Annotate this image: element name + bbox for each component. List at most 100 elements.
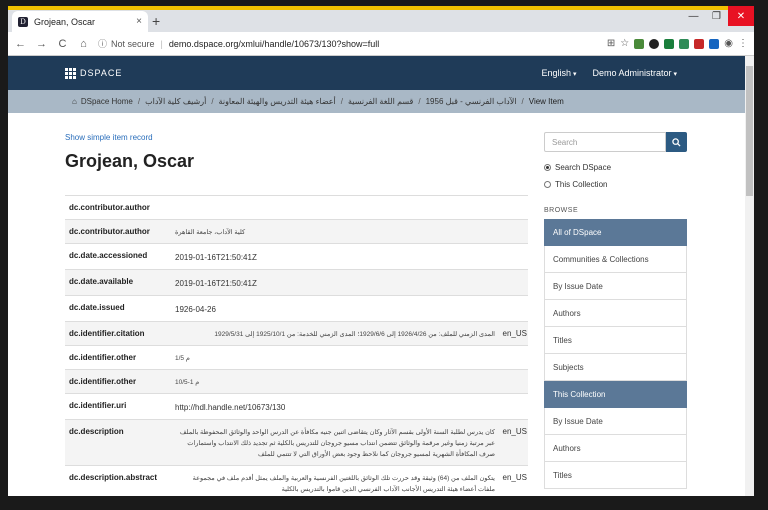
home-icon: ⌂ — [72, 97, 77, 106]
metadata-row: dc.description.abstract يتكون الملف من (6… — [65, 465, 528, 496]
main-content: Show simple item record Grojean, Oscar d… — [8, 113, 745, 496]
browse-item[interactable]: Titles — [544, 462, 687, 489]
metadata-value: 2019-01-16T21:50:41Z — [175, 279, 257, 288]
radio-label: Search DSpace — [555, 163, 612, 172]
radio-this-collection[interactable]: This Collection — [544, 180, 607, 189]
breadcrumb-separator: / — [211, 97, 214, 106]
search-button[interactable] — [666, 132, 687, 152]
metadata-row: dc.contributor.author كلية الآداب، جامعة … — [65, 219, 528, 243]
metadata-key: dc.date.issued — [69, 303, 125, 312]
extension-icon[interactable] — [649, 38, 660, 49]
bookmark-star-icon[interactable]: ☆ — [620, 38, 629, 49]
browse-item[interactable]: Communities & Collections — [544, 246, 687, 273]
back-arrow-icon[interactable]: ← — [12, 38, 29, 50]
menu-kebab-icon[interactable]: ⋮ — [738, 38, 748, 49]
browse-item[interactable]: Authors — [544, 300, 687, 327]
breadcrumb-separator: / — [418, 97, 421, 106]
radio-search-dspace[interactable]: Search DSpace — [544, 163, 611, 172]
breadcrumb-separator: / — [137, 97, 141, 106]
breadcrumb: ⌂ DSpace Home / أرشيف كلية الآداب / أعضا… — [8, 90, 745, 113]
breadcrumb-separator: / — [340, 97, 343, 106]
title-accent — [8, 6, 754, 10]
not-secure-label: Not secure — [111, 38, 155, 49]
url-text[interactable]: demo.dspace.org/xmlui/handle/10673/130?s… — [169, 39, 379, 49]
page-title: Grojean, Oscar — [65, 151, 195, 171]
metadata-lang: en_US — [502, 427, 527, 436]
browse-item[interactable]: This Collection — [544, 381, 687, 408]
browser-tab[interactable]: D Grojean, Oscar × — [12, 11, 148, 32]
user-dropdown[interactable]: Demo Administrator — [593, 68, 678, 78]
dspace-logo[interactable]: DSPACE — [65, 67, 123, 79]
vertical-scrollbar[interactable] — [745, 56, 754, 496]
reload-icon[interactable]: C — [54, 38, 71, 50]
metadata-table: dc.contributor.author dc.contributor.auth… — [65, 195, 528, 496]
breadcrumb-item[interactable]: الآداب الفرنسي - قبل 1956 — [426, 97, 517, 106]
info-icon[interactable]: ⓘ — [98, 37, 107, 50]
browse-item[interactable]: By Issue Date — [544, 273, 687, 300]
metadata-key: dc.contributor.author — [69, 227, 150, 236]
metadata-row: dc.date.available 2019-01-16T21:50:41Z — [65, 269, 528, 295]
header-menu: English Demo Administrator — [542, 68, 678, 78]
browse-heading: BROWSE — [544, 207, 579, 214]
profile-icon[interactable]: ◉ — [724, 38, 733, 49]
new-tab-button[interactable]: + — [152, 14, 160, 28]
browse-item[interactable]: Authors — [544, 435, 687, 462]
language-dropdown[interactable]: English — [542, 68, 577, 78]
metadata-row: dc.identifier.citation المدى الزمني للملف… — [65, 321, 528, 345]
metadata-key: dc.identifier.other — [69, 377, 137, 386]
extension-icon[interactable] — [709, 38, 720, 49]
tab-close-icon[interactable]: × — [136, 16, 142, 27]
metadata-value — [175, 203, 495, 208]
breadcrumb-home[interactable]: DSpace Home — [81, 97, 133, 106]
breadcrumb-item[interactable]: أرشيف كلية الآداب — [145, 97, 206, 106]
window-controls: — ❐ ✕ — [682, 6, 754, 26]
minimize-icon[interactable]: — — [682, 6, 705, 26]
metadata-value: م 1/5 — [175, 355, 190, 362]
metadata-value: 2019-01-16T21:50:41Z — [175, 253, 257, 262]
metadata-row: dc.description كان يدرس لطلبة السنة الأول… — [65, 419, 528, 465]
scrollbar-thumb[interactable] — [746, 66, 753, 196]
browse-item[interactable]: By Issue Date — [544, 408, 687, 435]
metadata-lang: en_US — [502, 329, 527, 338]
show-simple-record-link[interactable]: Show simple item record — [65, 133, 153, 142]
dspace-logo-icon — [65, 67, 76, 79]
metadata-value: كلية الآداب، جامعة القاهرة — [175, 229, 246, 236]
window-close-icon[interactable]: ✕ — [728, 6, 754, 26]
search-input[interactable]: Search — [544, 132, 666, 152]
metadata-lang: en_US — [502, 473, 527, 482]
home-icon[interactable]: ⌂ — [75, 38, 92, 50]
forward-arrow-icon[interactable]: → — [33, 38, 50, 50]
metadata-row: dc.identifier.other م 1/5 — [65, 345, 528, 369]
breadcrumb-item[interactable]: أعضاء هيئة التدريس والهيئة المعاونة — [219, 97, 336, 106]
metadata-row: dc.date.issued 1926-04-26 — [65, 295, 528, 321]
breadcrumb-current: View Item — [528, 97, 564, 106]
restore-icon[interactable]: ❐ — [705, 6, 728, 26]
browse-item[interactable]: Subjects — [544, 354, 687, 381]
browse-item[interactable]: All of DSpace — [544, 219, 687, 246]
handle-link[interactable]: http://hdl.handle.net/10673/130 — [175, 401, 495, 419]
extension-icon[interactable] — [679, 38, 690, 49]
metadata-key: dc.date.accessioned — [69, 251, 148, 260]
metadata-key: dc.identifier.citation — [69, 329, 145, 338]
metadata-row: dc.date.accessioned 2019-01-16T21:50:41Z — [65, 243, 528, 269]
metadata-value: المدى الزمني للملف: من 1926/4/26 إلى 192… — [214, 331, 495, 338]
breadcrumb-item[interactable]: قسم اللغة الفرنسية — [348, 97, 413, 106]
toolbar-extensions: ⊞ ☆ ◉ ⋮ — [607, 38, 748, 49]
metadata-value: م 1-10/5 — [175, 379, 200, 386]
address-bar[interactable]: ⓘ Not secure | demo.dspace.org/xmlui/han… — [98, 35, 578, 53]
address-divider: | — [160, 38, 163, 49]
search-icon — [672, 137, 681, 147]
breadcrumb-separator: / — [521, 97, 524, 106]
metadata-key: dc.date.available — [69, 277, 134, 286]
logo-text: DSPACE — [80, 68, 123, 78]
translate-icon[interactable]: ⊞ — [607, 38, 615, 49]
browse-item[interactable]: Titles — [544, 327, 687, 354]
metadata-value: 1926-04-26 — [175, 305, 216, 314]
browse-list: All of DSpace Communities & Collections By… — [544, 219, 687, 489]
tab-bar: D Grojean, Oscar × + — ❐ ✕ — [8, 6, 754, 32]
extension-icon[interactable] — [634, 38, 645, 49]
extension-icon[interactable] — [664, 38, 675, 49]
radio-label: This Collection — [555, 180, 608, 189]
extension-icon[interactable] — [694, 38, 705, 49]
metadata-key: dc.contributor.author — [69, 203, 150, 212]
